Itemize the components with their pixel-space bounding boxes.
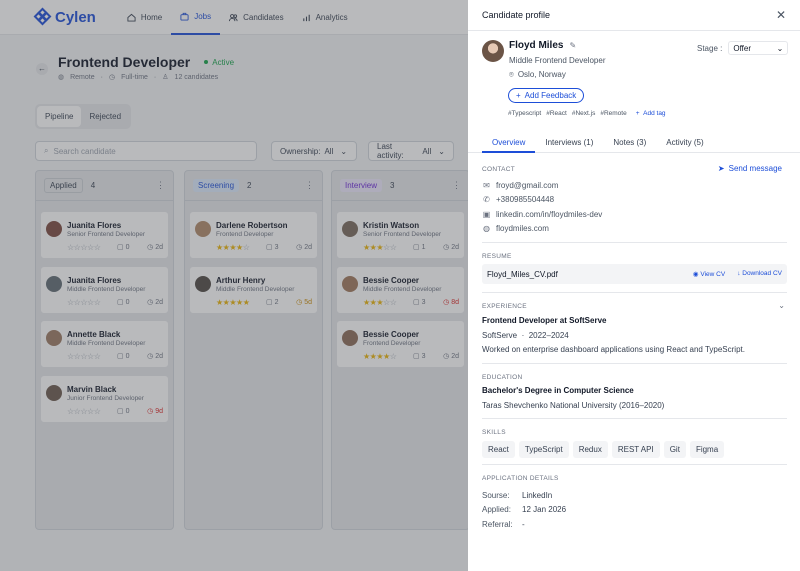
download-cv-button[interactable]: ↓ Download CV <box>737 270 782 278</box>
plus-icon: + <box>635 110 640 117</box>
plus-icon: + <box>516 91 521 100</box>
experience-company: SoftServe · 2022–2024 <box>482 331 569 340</box>
tag[interactable]: #Remote <box>600 110 626 117</box>
stage-dropdown[interactable]: Offer ⌄ <box>728 41 789 55</box>
skill-chip: TypeScript <box>518 441 569 458</box>
contact-phone[interactable]: ✆ +380985504448 <box>482 195 554 204</box>
resume-filename: Floyd_Miles_CV.pdf <box>487 269 558 279</box>
experience-title: Frontend Developer at SoftServe <box>482 316 607 325</box>
contact-website[interactable]: ◍ floydmiles.com <box>482 224 549 233</box>
candidate-role: Middle Frontend Developer <box>509 56 606 65</box>
download-icon: ↓ <box>737 270 741 277</box>
application-source: Sourse: LinkedIn <box>482 491 553 500</box>
location-pin-icon: ⌾ <box>509 70 514 79</box>
globe-icon: ◍ <box>483 224 490 233</box>
resume-label: RESUME <box>482 253 512 260</box>
mail-icon: ✉ <box>483 181 490 190</box>
skill-chip: Git <box>663 441 686 458</box>
add-feedback-button[interactable]: + Add Feedback <box>508 88 585 103</box>
skill-chip: Redux <box>572 441 608 458</box>
experience-label: EXPERIENCE <box>482 303 527 310</box>
contact-linkedin[interactable]: ▣ linkedin.com/in/floydmiles-dev <box>482 210 603 219</box>
tag[interactable]: #Next.js <box>572 110 595 117</box>
avatar <box>482 40 504 62</box>
view-cv-button[interactable]: ◉ View CV <box>693 270 725 278</box>
candidate-name: Floyd Miles ✎ <box>509 40 577 51</box>
tag[interactable]: #Typescript <box>508 110 541 117</box>
tab-activity[interactable]: Activity (5) <box>656 132 713 153</box>
skill-chip: React <box>482 441 515 458</box>
chevron-down-icon[interactable]: ⌄ <box>778 301 785 310</box>
drawer-header: Candidate profile ✕ <box>468 0 800 31</box>
resume-file: Floyd_Miles_CV.pdf ◉ View CV ↓ Download … <box>482 264 787 284</box>
divider <box>482 292 787 293</box>
skills-label: SKILLS <box>482 429 506 436</box>
application-details-label: APPLICATION DETAILS <box>482 475 559 482</box>
divider <box>482 363 787 364</box>
experience-description: Worked on enterprise dashboard applicati… <box>482 345 745 354</box>
education-label: EDUCATION <box>482 374 523 381</box>
send-icon: ➤ <box>717 164 725 173</box>
tab-interviews[interactable]: Interviews (1) <box>535 132 603 153</box>
add-tag-button[interactable]: + Add tag <box>636 110 666 117</box>
education-degree: Bachelor's Degree in Computer Science <box>482 386 634 395</box>
candidate-location: ⌾ Oslo, Norway <box>509 70 566 79</box>
stage-selector: Stage : Offer ⌄ <box>697 41 789 55</box>
profile-tabs: Overview Interviews (1) Notes (3) Activi… <box>468 132 800 153</box>
application-applied: Applied: 12 Jan 2026 <box>482 505 567 514</box>
phone-icon: ✆ <box>483 195 490 204</box>
divider <box>482 242 787 243</box>
skill-chip: REST API <box>611 441 660 458</box>
close-icon[interactable]: ✕ <box>776 8 786 22</box>
tab-overview[interactable]: Overview <box>482 132 536 153</box>
tab-notes[interactable]: Notes (3) <box>603 132 656 153</box>
education-school: Taras Shevchenko National University (20… <box>482 401 665 410</box>
divider <box>482 418 787 419</box>
edit-icon[interactable]: ✎ <box>569 41 576 50</box>
skill-chip: Figma <box>689 441 725 458</box>
chevron-down-icon: ⌄ <box>776 43 784 53</box>
eye-icon: ◉ <box>692 271 699 278</box>
tag[interactable]: #React <box>546 110 567 117</box>
modal-overlay[interactable] <box>0 0 468 571</box>
contact-label: CONTACT <box>482 166 516 173</box>
contact-email[interactable]: ✉ froyd@gmail.com <box>482 181 558 190</box>
skills-list: React TypeScript Redux REST API Git Figm… <box>482 441 725 458</box>
drawer-title: Candidate profile <box>482 10 551 20</box>
application-referral: Referral: - <box>482 520 525 529</box>
linkedin-icon: ▣ <box>482 210 491 219</box>
candidate-drawer: Candidate profile ✕ Floyd Miles ✎ Middle… <box>468 0 800 571</box>
send-message-button[interactable]: ➤ Send message <box>718 164 782 173</box>
divider <box>482 464 787 465</box>
tag-list: #Typescript #React #Next.js #Remote + Ad… <box>508 110 666 117</box>
